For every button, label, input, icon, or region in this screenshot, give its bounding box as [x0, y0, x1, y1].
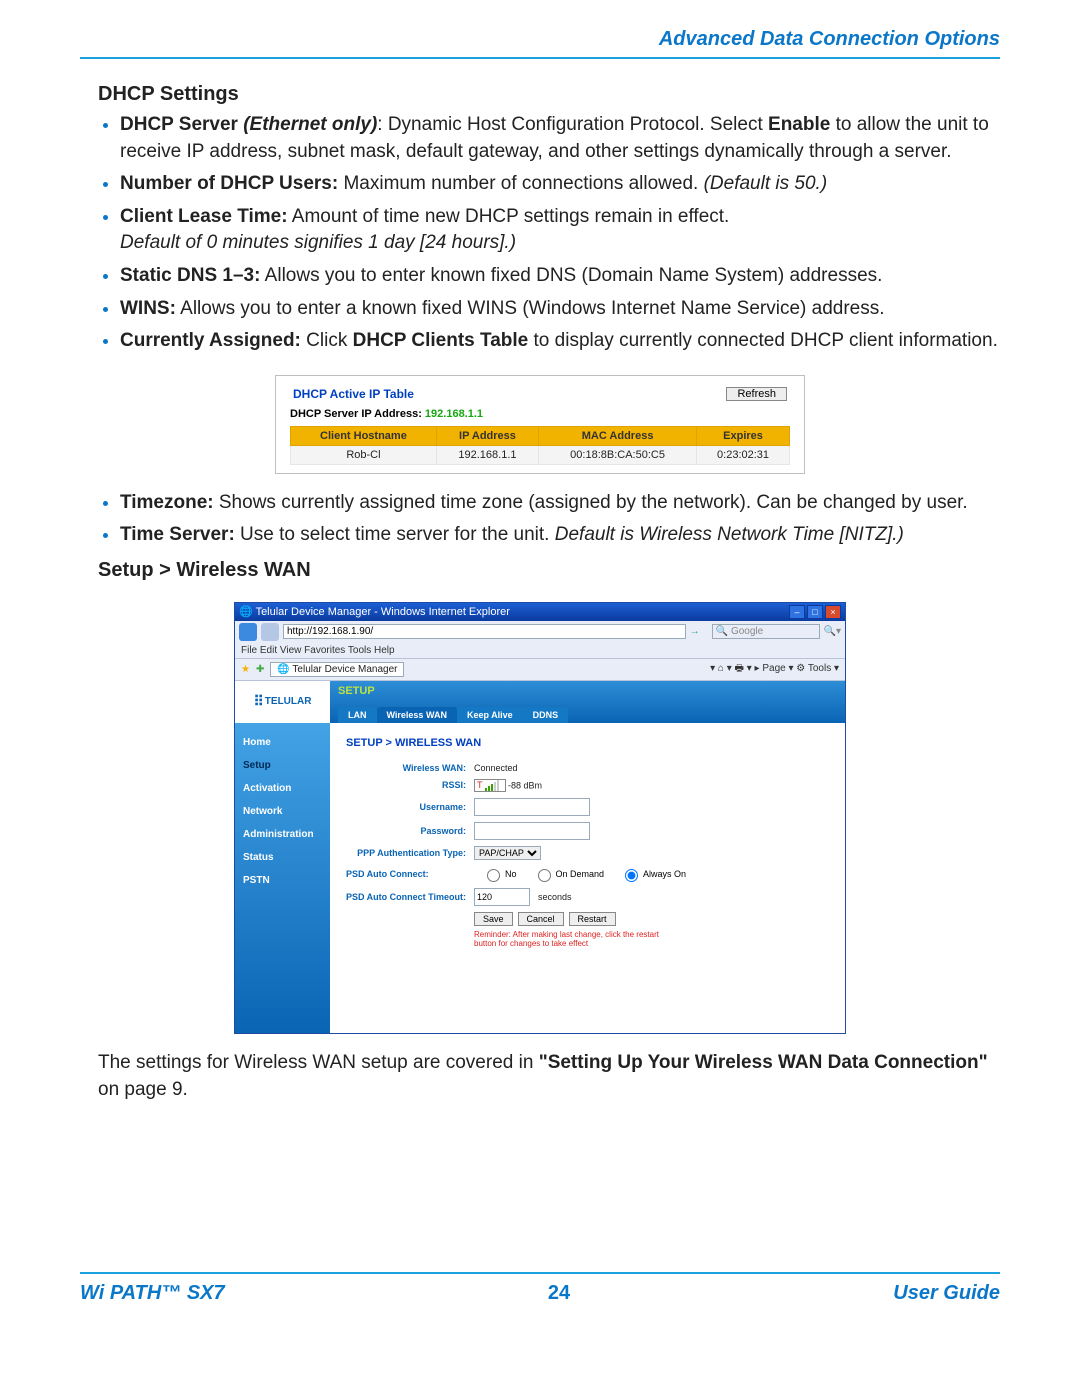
section-dhcp-settings: DHCP Settings: [98, 83, 1000, 106]
menu-bar[interactable]: File Edit View Favorites Tools Help: [235, 643, 845, 659]
page-icon: 🌐: [277, 664, 292, 675]
nav-status[interactable]: Status: [235, 846, 330, 869]
breadcrumb: SETUP > WIRELESS WAN: [346, 737, 829, 749]
tab-ddns[interactable]: DDNS: [523, 707, 569, 723]
dhcp-bullet-list: DHCP Server (Ethernet only): Dynamic Hos…: [98, 112, 1000, 355]
nav-home[interactable]: Home: [235, 731, 330, 754]
radio-always-on[interactable]: Always On: [620, 866, 686, 882]
cancel-button[interactable]: Cancel: [518, 912, 564, 926]
dhcp-table: Client Hostname IP Address MAC Address E…: [290, 426, 790, 465]
radio-no[interactable]: No: [482, 866, 517, 882]
value-wireless-wan: Connected: [474, 763, 518, 773]
add-to-favorites-icon[interactable]: ✚: [256, 664, 264, 675]
sidebar: Home Setup Activation Network Administra…: [235, 723, 330, 1033]
col-mac-address: MAC Address: [539, 426, 697, 445]
label-wireless-wan: Wireless WAN:: [346, 763, 466, 773]
username-input[interactable]: [474, 798, 590, 816]
save-button[interactable]: Save: [474, 912, 513, 926]
search-go[interactable]: 🔍▾: [824, 626, 841, 637]
tab-wireless-wan[interactable]: Wireless WAN: [377, 707, 457, 723]
label-ppp-auth: PPP Authentication Type:: [346, 848, 466, 858]
go-button[interactable]: →: [690, 626, 700, 637]
password-input[interactable]: [474, 822, 590, 840]
bullet-num-dhcp-users: Number of DHCP Users: Maximum number of …: [120, 171, 1000, 198]
section-setup-wireless-wan: Setup > Wireless WAN: [98, 559, 1000, 582]
footer-doc-type: User Guide: [893, 1282, 1000, 1305]
col-ip-address: IP Address: [436, 426, 538, 445]
close-button[interactable]: ×: [825, 605, 841, 619]
telular-logo: ⠿TELULAR: [235, 681, 330, 723]
tab-keep-alive[interactable]: Keep Alive: [457, 707, 523, 723]
favorites-icon[interactable]: ★: [241, 664, 250, 675]
footer-page-number: 24: [548, 1282, 570, 1305]
screenshot-wireless-wan: 🌐 Telular Device Manager - Windows Inter…: [234, 602, 846, 1034]
maximize-button[interactable]: □: [807, 605, 823, 619]
ppp-auth-select[interactable]: PAP/CHAP: [474, 846, 541, 860]
nav-pstn[interactable]: PSTN: [235, 869, 330, 892]
label-psd-timeout: PSD Auto Connect Timeout:: [346, 892, 466, 902]
col-expires: Expires: [697, 426, 790, 445]
back-button[interactable]: [239, 623, 257, 641]
dhcp-active-ip-table-figure: DHCP Active IP Table Refresh DHCP Server…: [275, 375, 805, 474]
value-rssi: T -88 dBm: [474, 779, 542, 792]
setup-heading-label: SETUP: [338, 685, 375, 697]
restart-button[interactable]: Restart: [569, 912, 616, 926]
forward-button[interactable]: [261, 623, 279, 641]
col-client-hostname: Client Hostname: [291, 426, 437, 445]
psd-timeout-unit: seconds: [538, 892, 572, 902]
bullet-client-lease: Client Lease Time: Amount of time new DH…: [120, 204, 1000, 257]
dhcp-table-title: DHCP Active IP Table: [293, 387, 414, 401]
dhcp-bullet-list-2: Timezone: Shows currently assigned time …: [98, 490, 1000, 549]
address-bar[interactable]: [283, 624, 686, 639]
command-bar[interactable]: ▾ ⌂ ▾ 🖶 ▾ ▸ Page ▾ ⚙ Tools ▾: [710, 661, 839, 678]
bullet-timezone: Timezone: Shows currently assigned time …: [120, 490, 1000, 517]
footer-product: Wi PATH™ SX7: [80, 1282, 225, 1305]
label-rssi: RSSI:: [346, 780, 466, 790]
bullet-static-dns: Static DNS 1–3: Allows you to enter know…: [120, 263, 1000, 290]
tab-lan[interactable]: LAN: [338, 707, 377, 723]
refresh-button[interactable]: Refresh: [726, 387, 787, 401]
nav-network[interactable]: Network: [235, 800, 330, 823]
search-box[interactable]: 🔍Google: [712, 624, 820, 639]
label-username: Username:: [346, 802, 466, 812]
magnifier-icon: 🔍: [716, 626, 728, 637]
browser-tab[interactable]: 🌐 Telular Device Manager: [270, 662, 404, 677]
psd-timeout-input[interactable]: [474, 888, 530, 906]
dhcp-server-ip-label: DHCP Server IP Address:: [290, 408, 422, 420]
address-bar-row: → 🔍Google 🔍▾: [235, 621, 845, 643]
closing-paragraph: The settings for Wireless WAN setup are …: [98, 1050, 1000, 1103]
chapter-header: Advanced Data Connection Options: [80, 28, 1000, 51]
antenna-icon: T: [477, 780, 483, 790]
page-footer: Wi PATH™ SX7 24 User Guide: [80, 1282, 1000, 1305]
header-rule: [80, 57, 1000, 59]
bullet-wins: WINS: Allows you to enter a known fixed …: [120, 296, 1000, 323]
footer-rule: [80, 1272, 1000, 1274]
ie-icon: 🌐: [239, 606, 256, 618]
nav-setup[interactable]: Setup: [235, 754, 330, 777]
nav-activation[interactable]: Activation: [235, 777, 330, 800]
label-password: Password:: [346, 826, 466, 836]
minimize-button[interactable]: –: [789, 605, 805, 619]
radio-on-demand[interactable]: On Demand: [533, 866, 605, 882]
label-psd-auto: PSD Auto Connect:: [346, 869, 466, 879]
nav-administration[interactable]: Administration: [235, 823, 330, 846]
bullet-time-server: Time Server: Use to select time server f…: [120, 522, 1000, 549]
window-titlebar: 🌐 Telular Device Manager - Windows Inter…: [235, 603, 845, 621]
bullet-currently-assigned: Currently Assigned: Click DHCP Clients T…: [120, 328, 1000, 355]
reminder-text: Reminder: After making last change, clic…: [474, 930, 674, 948]
signal-bars-icon: [485, 780, 499, 791]
dhcp-server-ip-value: 192.168.1.1: [425, 408, 483, 420]
table-row: Rob-Cl 192.168.1.1 00:18:8B:CA:50:C5 0:2…: [291, 445, 790, 464]
bullet-dhcp-server: DHCP Server (Ethernet only): Dynamic Hos…: [120, 112, 1000, 165]
